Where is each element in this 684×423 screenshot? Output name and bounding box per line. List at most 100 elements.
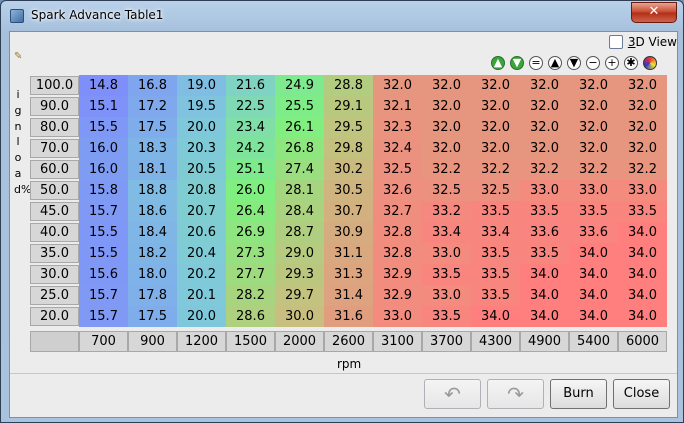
table-cell[interactable]: 17.8 <box>128 285 177 306</box>
table-cell[interactable]: 33.5 <box>471 285 520 306</box>
table-cell[interactable]: 32.0 <box>520 75 569 96</box>
table-cell[interactable]: 15.7 <box>79 201 128 222</box>
table-cell[interactable]: 29.0 <box>275 243 324 264</box>
table-cell[interactable]: 15.5 <box>79 222 128 243</box>
table-cell[interactable]: 31.3 <box>324 264 373 285</box>
rpm-axis-cell[interactable]: 3700 <box>422 331 471 352</box>
table-cell[interactable]: 34.0 <box>520 306 569 327</box>
load-axis-cell[interactable]: 90.0 <box>30 97 79 116</box>
load-axis-cell[interactable]: 25.0 <box>30 286 79 305</box>
table-cell[interactable]: 32.2 <box>422 159 471 180</box>
rpm-axis-cell[interactable]: 6000 <box>618 331 667 352</box>
table-cell[interactable]: 33.5 <box>520 243 569 264</box>
table-cell[interactable]: 30.2 <box>324 159 373 180</box>
table-cell[interactable]: 32.6 <box>373 180 422 201</box>
table-cell[interactable]: 30.9 <box>324 222 373 243</box>
up-green-icon[interactable]: ▲ <box>491 56 505 70</box>
increase-icon[interactable]: ▲ <box>548 56 562 70</box>
table-cell[interactable]: 32.0 <box>422 117 471 138</box>
table-cell[interactable]: 34.0 <box>520 285 569 306</box>
table-cell[interactable]: 32.3 <box>373 117 422 138</box>
table-cell[interactable]: 33.0 <box>569 180 618 201</box>
table-cell[interactable]: 29.5 <box>324 117 373 138</box>
table-cell[interactable]: 29.3 <box>275 264 324 285</box>
table-cell[interactable]: 19.5 <box>177 96 226 117</box>
decrease-icon[interactable]: ▼ <box>567 56 581 70</box>
load-axis-cell[interactable]: 40.0 <box>30 223 79 242</box>
table-cell[interactable]: 34.0 <box>569 285 618 306</box>
table-cell[interactable]: 14.8 <box>79 75 128 96</box>
table-cell[interactable]: 20.1 <box>177 285 226 306</box>
table-cell[interactable]: 34.0 <box>618 222 667 243</box>
table-cell[interactable]: 32.0 <box>618 96 667 117</box>
table-cell[interactable]: 20.5 <box>177 159 226 180</box>
table-cell[interactable]: 24.9 <box>275 75 324 96</box>
table-cell[interactable]: 32.0 <box>520 138 569 159</box>
table-cell[interactable]: 32.0 <box>520 117 569 138</box>
table-cell[interactable]: 15.5 <box>79 117 128 138</box>
table-cell[interactable]: 32.0 <box>373 75 422 96</box>
load-axis-cell[interactable]: 100.0 <box>30 76 79 95</box>
load-axis-cell[interactable]: 50.0 <box>30 181 79 200</box>
table-cell[interactable]: 32.0 <box>471 138 520 159</box>
table-cell[interactable]: 33.0 <box>422 243 471 264</box>
table-cell[interactable]: 32.7 <box>373 201 422 222</box>
table-cell[interactable]: 26.9 <box>226 222 275 243</box>
table-cell[interactable]: 33.5 <box>422 264 471 285</box>
table-cell[interactable]: 32.2 <box>618 159 667 180</box>
table-cell[interactable]: 32.4 <box>373 138 422 159</box>
table-cell[interactable]: 27.4 <box>275 159 324 180</box>
table-cell[interactable]: 32.5 <box>373 159 422 180</box>
load-axis-cell[interactable]: 45.0 <box>30 202 79 221</box>
table-cell[interactable]: 18.0 <box>128 264 177 285</box>
table-cell[interactable]: 20.0 <box>177 117 226 138</box>
close-button[interactable]: Close <box>613 379 670 409</box>
table-cell[interactable]: 20.8 <box>177 180 226 201</box>
table-cell[interactable]: 28.2 <box>226 285 275 306</box>
table-cell[interactable]: 32.2 <box>569 159 618 180</box>
table-cell[interactable]: 34.0 <box>471 306 520 327</box>
rpm-axis-cell[interactable]: 4300 <box>471 331 520 352</box>
table-cell[interactable]: 20.2 <box>177 264 226 285</box>
equals-icon[interactable]: = <box>529 56 543 70</box>
table-cell[interactable]: 32.8 <box>373 243 422 264</box>
table-cell[interactable]: 34.0 <box>618 285 667 306</box>
table-cell[interactable]: 32.0 <box>422 75 471 96</box>
table-cell[interactable]: 33.6 <box>569 222 618 243</box>
table-cell[interactable]: 26.4 <box>226 201 275 222</box>
table-cell[interactable]: 32.0 <box>520 96 569 117</box>
table-cell[interactable]: 21.6 <box>226 75 275 96</box>
table-cell[interactable]: 27.7 <box>226 264 275 285</box>
table-cell[interactable]: 28.7 <box>275 222 324 243</box>
table-cell[interactable]: 18.8 <box>128 180 177 201</box>
load-axis-cell[interactable]: 80.0 <box>30 118 79 137</box>
table-cell[interactable]: 15.7 <box>79 306 128 327</box>
table-cell[interactable]: 28.1 <box>275 180 324 201</box>
rpm-axis-cell[interactable]: 2600 <box>324 331 373 352</box>
table-cell[interactable]: 15.5 <box>79 243 128 264</box>
table-cell[interactable]: 34.0 <box>569 306 618 327</box>
down-green-icon[interactable]: ▼ <box>510 56 524 70</box>
table-cell[interactable]: 32.0 <box>569 117 618 138</box>
table-cell[interactable]: 32.0 <box>422 96 471 117</box>
table-cell[interactable]: 32.9 <box>373 264 422 285</box>
undo-button[interactable]: ↶ <box>424 379 481 409</box>
table-cell[interactable]: 30.7 <box>324 201 373 222</box>
rpm-axis-cell[interactable]: 900 <box>128 331 177 352</box>
table-cell[interactable]: 25.5 <box>275 96 324 117</box>
checkbox-box[interactable] <box>608 35 623 49</box>
burn-button[interactable]: Burn <box>550 379 607 409</box>
table-cell[interactable]: 28.8 <box>324 75 373 96</box>
table-cell[interactable]: 31.4 <box>324 285 373 306</box>
table-cell[interactable]: 32.0 <box>569 138 618 159</box>
table-cell[interactable]: 29.1 <box>324 96 373 117</box>
table-cell[interactable]: 34.0 <box>569 264 618 285</box>
table-cell[interactable]: 28.4 <box>275 201 324 222</box>
table-cell[interactable]: 16.0 <box>79 159 128 180</box>
rpm-axis-cell[interactable]: 1500 <box>226 331 275 352</box>
load-axis-cell[interactable]: 20.0 <box>30 307 79 326</box>
table-cell[interactable]: 34.0 <box>618 264 667 285</box>
table-cell[interactable]: 32.0 <box>569 75 618 96</box>
table-cell[interactable]: 20.6 <box>177 222 226 243</box>
table-cell[interactable]: 33.4 <box>471 222 520 243</box>
